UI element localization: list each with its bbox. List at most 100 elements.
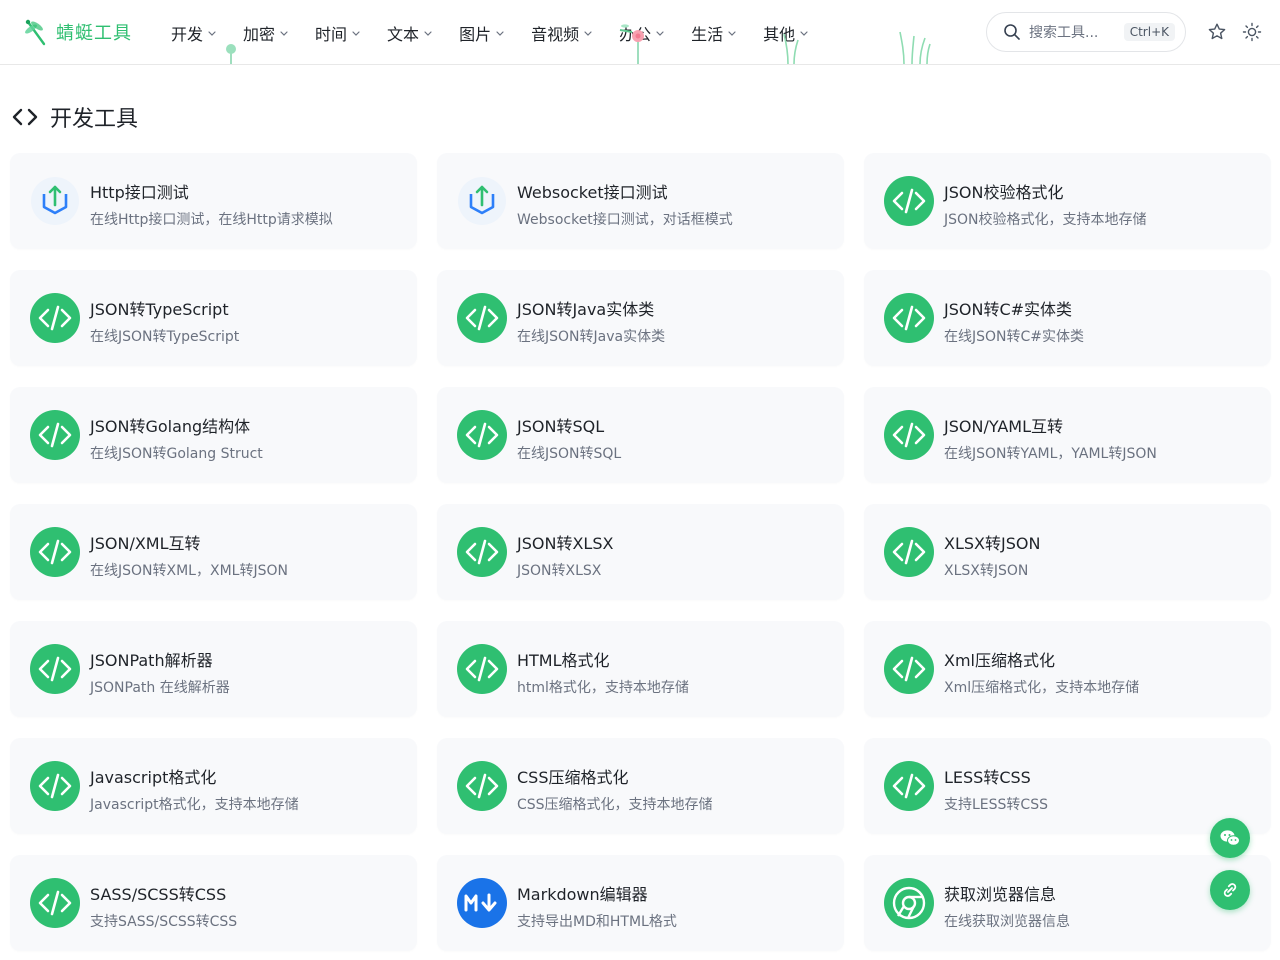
chevron-down-icon [656,30,664,36]
nav-item-label: 音视频 [531,24,580,44]
tool-name: JSONPath解析器 [90,651,213,670]
nav-item[interactable]: 时间 [302,0,374,65]
tool-card[interactable]: LESS转CSS 支持LESS转CSS [864,738,1271,834]
code-icon [30,761,80,811]
tool-name: HTML格式化 [517,651,610,670]
nav-item-label: 办公 [619,24,652,44]
nav-item[interactable]: 文本 [374,0,446,65]
tool-name: SASS/SCSS转CSS [90,885,227,904]
tool-name: JSON转SQL [517,417,605,436]
nav-item-label: 图片 [459,24,492,44]
code-icon [884,410,934,460]
tool-description: Websocket接口测试，对话框模式 [517,212,733,228]
tool-card[interactable]: CSS压缩格式化 CSS压缩格式化，支持本地存储 [437,738,844,834]
tool-description: 在线JSON转Java实体类 [517,329,666,345]
chevron-down-icon [800,30,808,36]
chevron-down-icon [424,30,432,36]
section-title: 开发工具 [50,107,139,132]
code-icon [457,761,507,811]
tool-name: XLSX转JSON [944,534,1041,553]
code-icon [457,644,507,694]
tool-card[interactable]: XLSX转JSON XLSX转JSON [864,504,1271,600]
code-icon [30,644,80,694]
tool-card[interactable]: Http接口测试 在线Http接口测试，在线Http请求模拟 [10,153,417,249]
tool-description: 支持导出MD和HTML格式 [517,914,677,930]
tool-name: Xml压缩格式化 [944,651,1055,670]
code-icon [884,176,934,226]
tool-name: JSON转XLSX [517,534,614,553]
tool-card[interactable]: JSON转SQL 在线JSON转SQL [437,387,844,483]
tool-name: Markdown编辑器 [517,885,648,904]
tool-card[interactable]: HTML格式化 html格式化，支持本地存储 [437,621,844,717]
tool-card[interactable]: JSON转XLSX JSON转XLSX [437,504,844,600]
wechat-icon [1220,830,1240,846]
tool-card[interactable]: 获取浏览器信息 在线获取浏览器信息 [864,855,1271,951]
tool-name: Websocket接口测试 [517,183,668,202]
grass-decoration-icon [899,31,931,64]
code-icon [457,527,507,577]
tool-description: 在线JSON转C#实体类 [944,329,1085,345]
tool-card[interactable]: Markdown编辑器支持导出MD和HTML格式 [437,855,844,951]
tool-card[interactable]: JSON转C#实体类 在线JSON转C#实体类 [864,270,1271,366]
nav-item[interactable]: 开发 [158,0,230,65]
tool-card[interactable]: JSON转TypeScript 在线JSON转TypeScript [10,270,417,366]
code-icon [30,878,80,928]
star-icon[interactable] [1207,22,1227,42]
chevron-down-icon [584,30,592,36]
tool-card[interactable]: JSON转Golang结构体 在线JSON转Golang Struct [10,387,417,483]
code-icon [884,293,934,343]
tool-card[interactable]: JSON/YAML互转 在线JSON转YAML，YAML转JSON [864,387,1271,483]
nav-item-label: 加密 [243,24,276,44]
nav-item[interactable]: 办公 [606,0,678,65]
code-icon [457,293,507,343]
code-icon [457,410,507,460]
tool-description: html格式化，支持本地存储 [517,680,689,696]
chevron-down-icon [208,30,216,36]
code-icon [884,644,934,694]
code-icon [884,761,934,811]
wechat-button[interactable] [1210,818,1250,858]
nav-item-label: 开发 [171,24,204,44]
tool-card[interactable]: JSONPath解析器 JSONPath 在线解析器 [10,621,417,717]
tool-card[interactable]: Websocket接口测试 Websocket接口测试，对话框模式 [437,153,844,249]
tool-description: CSS压缩格式化，支持本地存储 [517,797,713,813]
nav-item[interactable]: 其他 [750,0,822,65]
tool-description: 在线Http接口测试，在线Http请求模拟 [90,212,333,228]
nav-item[interactable]: 音视频 [518,0,606,65]
tool-description: 在线JSON转YAML，YAML转JSON [944,446,1157,462]
nav-item[interactable]: 加密 [230,0,302,65]
tool-description: JSON转XLSX [517,563,602,579]
dragonfly-logo-icon [25,19,46,46]
code-icon [884,527,934,577]
nav-item[interactable]: 图片 [446,0,518,65]
tool-card[interactable]: Javascript格式化 Javascript格式化，支持本地存储 [10,738,417,834]
link-icon [1223,883,1237,897]
tool-card[interactable]: JSON校验格式化 JSON校验格式化，支持本地存储 [864,153,1271,249]
tool-name: JSON转C#实体类 [944,300,1073,319]
tool-description: JSON校验格式化，支持本地存储 [944,212,1147,228]
tool-card[interactable]: JSON/XML互转 在线JSON转XML，XML转JSON [10,504,417,600]
link-button[interactable] [1210,870,1250,910]
tool-description: JSONPath 在线解析器 [90,680,230,696]
websocket-icon [457,176,507,226]
tool-card[interactable]: JSON转Java实体类 在线JSON转Java实体类 [437,270,844,366]
tool-grid: Http接口测试 在线Http接口测试，在线Http请求模拟 Websocket接口… [10,153,1271,951]
tool-description: 在线JSON转SQL [517,446,622,462]
code-icon [30,293,80,343]
tool-description: 在线JSON转Golang Struct [90,446,263,462]
search-box[interactable]: 搜索工具... Ctrl+K [986,12,1186,52]
chevron-down-icon [352,30,360,36]
tool-name: JSON转Golang结构体 [90,417,251,436]
search-shortcut-badge: Ctrl+K [1123,23,1175,41]
tool-description: Xml压缩格式化，支持本地存储 [944,680,1140,696]
logo-text: 蜻蜓工具 [56,23,132,44]
nav-item[interactable]: 生活 [678,0,750,65]
site-logo[interactable]: 蜻蜓工具 [22,16,132,48]
tool-card[interactable]: SASS/SCSS转CSS 支持SASS/SCSS转CSS [10,855,417,951]
sun-theme-icon[interactable] [1242,22,1262,42]
search-placeholder: 搜索工具... [1029,25,1099,41]
tool-name: LESS转CSS [944,768,1031,787]
tool-name: JSON转TypeScript [90,300,229,319]
tool-description: 支持SASS/SCSS转CSS [90,914,238,930]
tool-card[interactable]: Xml压缩格式化 Xml压缩格式化，支持本地存储 [864,621,1271,717]
